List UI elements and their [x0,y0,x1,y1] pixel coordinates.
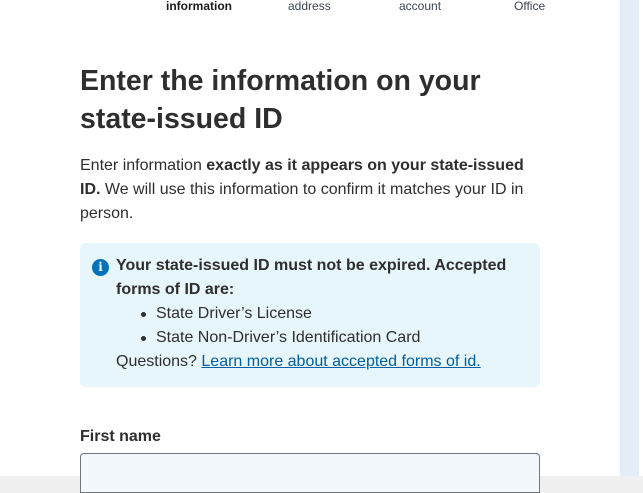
questions-line: Questions? Learn more about accepted for… [116,350,526,374]
list-item: State Non-Driver’s Identification Card [138,326,526,350]
right-sidebar-edge [620,0,643,476]
accepted-id-list: State Driver’s License State Non-Driver’… [138,302,526,350]
first-name-label: First name [80,428,161,445]
intro-prefix: Enter information [80,157,207,174]
alert-body: Your state-issued ID must not be expired… [116,254,526,374]
step-label-information: information [166,0,232,13]
page: information address account Office Enter… [0,0,620,493]
step-label-office: Office [514,0,546,13]
questions-prefix: Questions? [116,353,202,370]
step-label-account: account [399,0,442,13]
info-alert: i Your state-issued ID must not be expir… [80,243,540,387]
info-icon: i [92,259,109,276]
intro-suffix: We will use this information to confirm … [80,181,524,222]
list-item: State Driver’s License [138,302,526,326]
first-name-field[interactable] [80,453,540,493]
right-edge-divider [639,0,643,476]
step-indicator: information address account Office [0,0,620,20]
step-label-address: address [288,0,331,13]
intro-text: Enter information exactly as it appears … [80,154,540,226]
alert-heading: Your state-issued ID must not be expired… [116,257,507,298]
page-title: Enter the information on your state-issu… [80,65,481,135]
accepted-forms-link[interactable]: Learn more about accepted forms of id. [201,353,480,370]
